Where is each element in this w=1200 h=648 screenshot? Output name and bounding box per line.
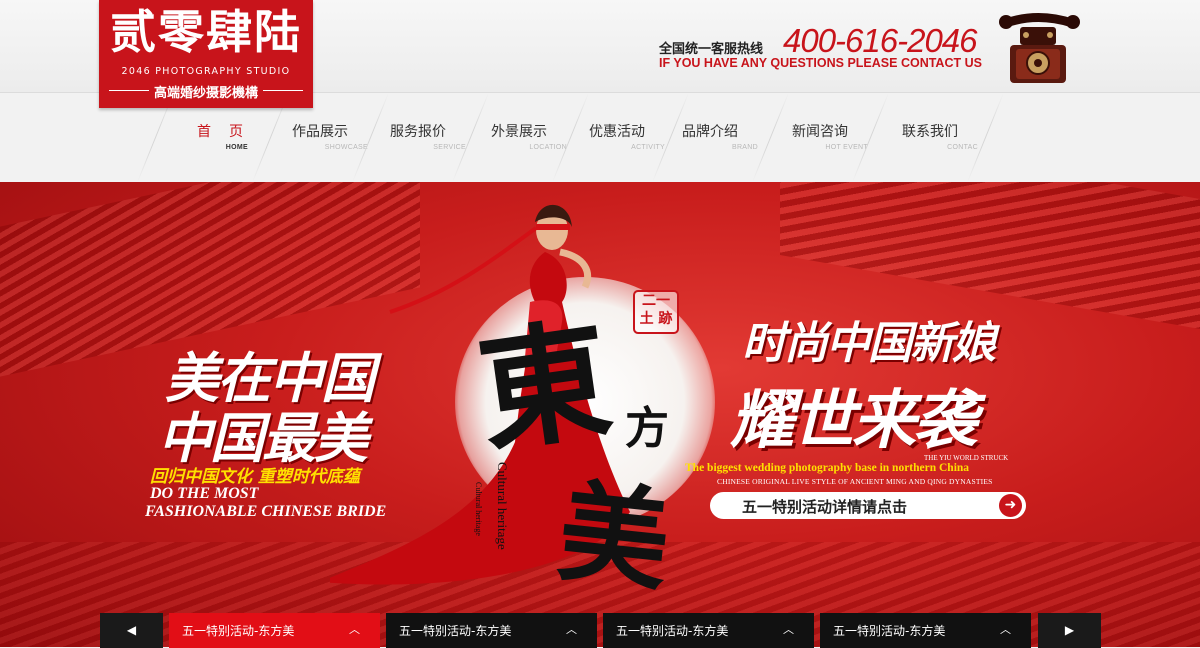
banner-english-yellow: The biggest wedding photography base in … bbox=[685, 462, 970, 474]
telephone-icon bbox=[999, 13, 1080, 83]
slider-tab-label: 五一特别活动-东方美 bbox=[616, 624, 729, 638]
nav-sublabel: HOME bbox=[225, 144, 248, 151]
logo[interactable]: 贰零肆陆 2046 PHOTOGRAPHY STUDIO 高端婚纱摄影機構 bbox=[99, 0, 313, 108]
seal-stamp: 二一 土 跡 bbox=[633, 290, 679, 334]
slider-tab[interactable]: 五一特别活动-东方美 ︿ bbox=[603, 613, 814, 648]
hotline-number: 400-616-2046 bbox=[783, 22, 978, 59]
slider-tab[interactable]: 五一特别活动-东方美 ︿ bbox=[386, 613, 597, 648]
hotline: 全国统一客服热线 400-616-2046 IF YOU HAVE ANY QU… bbox=[659, 22, 989, 78]
slider-tab[interactable]: 五一特别活动-东方美 ︿ bbox=[169, 613, 380, 648]
slider-tab[interactable]: 五一特别活动-东方美 ︿ bbox=[820, 613, 1031, 648]
hotline-english: IF YOU HAVE ANY QUESTIONS PLEASE CONTACT… bbox=[659, 56, 982, 70]
banner-english-2: FASHIONABLE CHINESE BRIDE bbox=[145, 503, 387, 520]
slider-tab-label: 五一特别活动-东方美 bbox=[399, 624, 512, 638]
logo-name-cn: 贰零肆陆 bbox=[110, 5, 302, 59]
nav-label: 新闻咨询 bbox=[792, 124, 848, 140]
nav-sublabel: SHOWCASE bbox=[324, 144, 368, 151]
nav-sublabel: SERVICE bbox=[433, 144, 466, 151]
banner-headline-right-1: 时尚中国新娘 bbox=[742, 318, 996, 369]
calligraphy-char: 美 bbox=[552, 466, 676, 607]
banner-slogan: 回归中国文化 重塑时代底蕴 bbox=[150, 467, 360, 487]
site-header: 贰零肆陆 2046 PHOTOGRAPHY STUDIO 高端婚纱摄影機構 全国… bbox=[0, 0, 1200, 108]
banner-english-desc: CHINESE ORIGINAL LIVE STYLE OF ANCIENT M… bbox=[717, 477, 993, 486]
nav-item-contact[interactable]: 联系我们 CONTAC bbox=[880, 121, 980, 151]
nav-item-showcase[interactable]: 作品展示 SHOWCASE bbox=[270, 121, 370, 151]
caret-up-icon: ︿ bbox=[783, 623, 794, 636]
nav-sublabel: HOT EVENT bbox=[825, 144, 868, 151]
arrow-left-icon: ◀ bbox=[126, 623, 137, 637]
banner-english-small: THE YIU WORLD STRUCK bbox=[924, 454, 1009, 462]
nav-label: 优惠活动 bbox=[589, 124, 645, 140]
nav-item-activity[interactable]: 优惠活动 ACTIVITY bbox=[567, 121, 667, 151]
slider-tab-label: 五一特别活动-东方美 bbox=[182, 624, 295, 638]
nav-label: 品牌介绍 bbox=[682, 124, 738, 140]
nav-label: 服务报价 bbox=[390, 124, 446, 140]
nav-label: 外景展示 bbox=[491, 124, 547, 140]
nav-sublabel: CONTAC bbox=[947, 144, 978, 151]
caret-up-icon: ︿ bbox=[1000, 623, 1011, 636]
nav-item-home[interactable]: 首页 HOME bbox=[170, 121, 270, 151]
slider-tab-label: 五一特别活动-东方美 bbox=[833, 624, 946, 638]
arrow-right-icon: ▶ bbox=[1064, 623, 1075, 637]
caret-up-icon: ︿ bbox=[349, 623, 360, 636]
nav-item-brand[interactable]: 品牌介绍 BRAND bbox=[660, 121, 760, 151]
nav-sublabel: BRAND bbox=[731, 144, 758, 151]
hero-banner[interactable]: 二一 土 跡 東 方 美 Cultural heritage Cultural … bbox=[0, 182, 1200, 647]
promo-detail-label: 五一特别活动详情请点击 bbox=[742, 498, 908, 516]
logo-tagline: 高端婚纱摄影機構 bbox=[153, 86, 258, 101]
banner-english-1: DO THE MOST bbox=[150, 485, 259, 502]
slider-prev-button[interactable]: ◀ bbox=[100, 613, 163, 648]
nav-label: 首页 bbox=[197, 124, 261, 140]
nav-label: 作品展示 bbox=[292, 124, 348, 140]
slider-tabs: ◀ 五一特别活动-东方美 ︿ 五一特别活动-东方美 ︿ 五一特别活动-东方美 ︿… bbox=[0, 612, 1200, 648]
hotline-label: 全国统一客服热线 bbox=[659, 41, 764, 56]
nav-label: 联系我们 bbox=[902, 124, 958, 140]
logo-name-en: 2046 PHOTOGRAPHY STUDIO bbox=[121, 66, 291, 77]
nav-sublabel: LOCATION bbox=[529, 144, 567, 151]
promo-detail-button[interactable]: 五一特别活动详情请点击 ➜ bbox=[710, 492, 1026, 519]
banner-headline-right-2: 耀世来袭 bbox=[730, 384, 977, 458]
arrow-right-icon: ➜ bbox=[999, 494, 1022, 517]
nav-item-service[interactable]: 服务报价 SERVICE bbox=[368, 121, 468, 151]
nav-item-news[interactable]: 新闻咨询 HOT EVENT bbox=[770, 121, 870, 151]
logo-divider bbox=[263, 90, 303, 91]
caret-up-icon: ︿ bbox=[566, 623, 577, 636]
calligraphy-char: 方 bbox=[625, 403, 669, 454]
vertical-text: Cultural heritage bbox=[495, 462, 510, 550]
nav-sublabel: ACTIVITY bbox=[631, 144, 665, 151]
slider-next-button[interactable]: ▶ bbox=[1038, 613, 1101, 648]
vertical-text-small: Cultural heritage bbox=[474, 482, 483, 536]
nav-item-location[interactable]: 外景展示 LOCATION bbox=[469, 121, 569, 151]
